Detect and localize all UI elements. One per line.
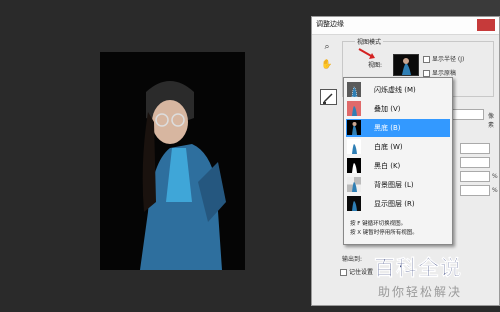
black-white-thumb-icon [347, 158, 361, 173]
show-radius-checkbox[interactable]: 显示半径 (J) [423, 54, 464, 63]
view-mode-label: 显示图层 (R) [374, 200, 415, 208]
view-mode-legend: 视图模式 [355, 37, 384, 46]
view-mode-item-marching-ants[interactable]: 闪烁虚线 (M) [346, 81, 450, 99]
contrast-field[interactable] [460, 171, 490, 182]
view-mode-label: 叠加 (V) [374, 105, 401, 113]
percent-unit-2: % [492, 187, 498, 194]
smooth-field[interactable] [460, 143, 490, 154]
view-mode-label: 黑白 (K) [374, 162, 401, 170]
feather-field[interactable] [460, 157, 490, 168]
view-mode-item-on-white[interactable]: 白底 (W) [346, 138, 450, 156]
show-original-checkbox[interactable]: 显示原稿 [423, 68, 456, 77]
on-black-thumb-icon [347, 120, 361, 135]
view-mode-label: 白底 (W) [374, 143, 403, 151]
reveal-layer-thumb-icon [347, 196, 361, 211]
dialog-title: 调整边缘 [316, 20, 344, 28]
tool-column: ⌕ ✋ [318, 41, 340, 77]
pointer-arrow-icon [358, 48, 375, 59]
radius-field[interactable] [452, 109, 484, 120]
on-layers-thumb-icon [347, 177, 361, 192]
view-mode-label: 黑底 (B) [374, 124, 401, 132]
overlay-thumb-icon [347, 101, 361, 116]
shift-edge-field[interactable] [460, 185, 490, 196]
pixel-unit: 像素 [488, 113, 495, 129]
view-mode-item-black-white[interactable]: 黑白 (K) [346, 157, 450, 175]
view-thumbnail-select[interactable] [393, 54, 419, 76]
output-to-label: 输出到: [342, 256, 363, 263]
view-mode-item-overlay[interactable]: 叠加 (V) [346, 100, 450, 118]
marching-ants-thumb-icon [347, 82, 361, 97]
view-mode-item-reveal-layer[interactable]: 显示图层 (R) [346, 195, 450, 213]
percent-unit: % [492, 173, 498, 180]
document-canvas [100, 52, 245, 270]
view-mode-item-on-black[interactable]: 黑底 (B) [346, 119, 450, 137]
view-mode-item-on-layers[interactable]: 背景图层 (L) [346, 176, 450, 194]
on-white-thumb-icon [347, 139, 361, 154]
view-mode-label: 背景图层 (L) [374, 181, 414, 189]
top-strip [400, 0, 500, 16]
show-radius-label: 显示半径 (J) [432, 56, 465, 63]
view-mode-dropdown: 闪烁虚线 (M) 叠加 (V) 黑底 (B) 白底 (W) 黑白 (K) 背景图… [343, 77, 453, 245]
show-original-label: 显示原稿 [432, 70, 457, 77]
dialog-titlebar: 调整边缘 [312, 17, 499, 35]
watermark-subtitle: 助你轻松解决 [378, 285, 463, 299]
zoom-icon[interactable]: ⌕ [320, 41, 334, 53]
note-disable-views: 按 X 键暂时停用所有视图。 [350, 230, 418, 236]
close-button[interactable] [477, 19, 495, 31]
note-cycle-views: 按 F 键循环切换视图。 [350, 221, 407, 227]
portrait-photo [100, 52, 245, 270]
watermark-logo: 百科全说 助你轻松解决 [362, 250, 496, 306]
dropdown-notes: 按 F 键循环切换视图。 按 X 键暂时停用所有视图。 [350, 220, 418, 238]
refine-brush-icon[interactable] [320, 89, 337, 105]
view-label: 视图: [368, 62, 383, 69]
view-mode-label: 闪烁虚线 (M) [374, 86, 416, 94]
hand-icon[interactable]: ✋ [320, 59, 334, 71]
watermark-title: 百科全说 [374, 256, 462, 281]
